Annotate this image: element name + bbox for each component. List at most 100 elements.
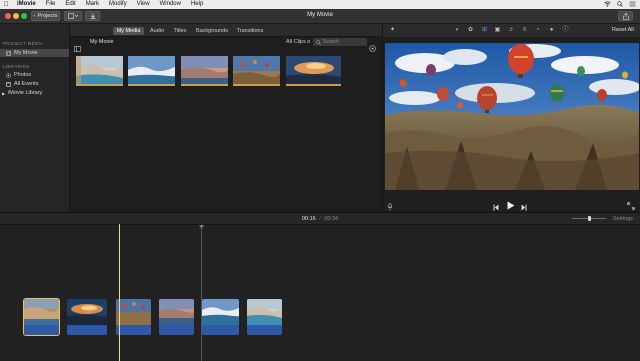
share-button[interactable] xyxy=(618,11,633,21)
sidebar-item-label: Photos xyxy=(14,72,32,78)
tab-transitions[interactable]: Transitions xyxy=(234,27,266,35)
thumbnail-image xyxy=(181,56,228,84)
speed-icon[interactable]: ◔ xyxy=(534,27,541,34)
stabilization-icon[interactable]: ▣ xyxy=(494,27,501,34)
tab-titles[interactable]: Titles xyxy=(170,27,190,35)
clip-thumbnail xyxy=(202,299,239,325)
media-browser: My Media Audio Titles Backgrounds Transi… xyxy=(70,24,382,212)
noise-reduction-icon[interactable]: ≡ xyxy=(521,27,528,34)
sidebar-item-all-events[interactable]: All Events xyxy=(0,80,69,88)
timeline-panel: 00:16 / 00:34 Settings xyxy=(0,212,640,361)
clip-audio-track xyxy=(247,325,282,335)
video-preview xyxy=(385,43,639,213)
media-thumbnail[interactable] xyxy=(128,56,175,86)
tab-backgrounds[interactable]: Backgrounds xyxy=(194,27,230,35)
color-balance-icon[interactable]: ◐ xyxy=(454,27,461,34)
clip-thumbnail xyxy=(116,299,151,325)
volume-icon[interactable]: ♬ xyxy=(508,27,515,34)
media-tabs: My Media Audio Titles Backgrounds Transi… xyxy=(70,24,382,37)
magic-wand-icon[interactable]: ✦ xyxy=(389,27,396,34)
thumbnail-image xyxy=(286,56,341,84)
timeline-clip[interactable] xyxy=(202,299,239,335)
menu-imovie[interactable]: iMovie xyxy=(12,0,41,9)
search-icon xyxy=(316,39,321,45)
timeline-clip[interactable] xyxy=(159,299,194,335)
browser-title: My Movie xyxy=(90,39,114,45)
menu-mark[interactable]: Mark xyxy=(81,0,104,9)
media-thumbnail[interactable] xyxy=(181,56,228,86)
libraries-sidebar: PROJECT MEDIA My Movie LIBRARIES Photos … xyxy=(0,24,70,212)
libraries-header: LIBRARIES xyxy=(3,64,30,69)
clip-audio-track xyxy=(116,325,151,335)
preview-image xyxy=(385,43,639,190)
add-media-icon[interactable] xyxy=(369,39,376,57)
timeline-clip[interactable] xyxy=(247,299,282,335)
thumbnail-image xyxy=(76,56,123,84)
menu-file[interactable]: File xyxy=(41,0,61,9)
clip-thumbnail xyxy=(67,299,107,325)
tab-audio[interactable]: Audio xyxy=(147,27,167,35)
media-thumbnail[interactable] xyxy=(233,56,280,86)
info-icon[interactable]: ⓘ xyxy=(562,27,569,34)
browser-header: My Movie All Clips ⇵ Search xyxy=(70,37,382,52)
timeline-clip[interactable] xyxy=(23,298,60,336)
clip-audio-track xyxy=(24,325,59,335)
photos-icon xyxy=(6,72,11,78)
color-correction-icon[interactable]: ✿ xyxy=(467,27,474,34)
events-icon xyxy=(6,81,11,87)
film-icon xyxy=(6,50,11,56)
sidebar-item-my-movie[interactable]: My Movie xyxy=(0,49,69,57)
menu-view[interactable]: View xyxy=(132,0,155,9)
project-media-header: PROJECT MEDIA xyxy=(3,41,44,46)
reset-all-button[interactable]: Reset All xyxy=(612,27,634,33)
sidebar-item-label: iMovie Library xyxy=(8,90,43,96)
window-toolbar: ‹ Projects My Movie xyxy=(0,9,640,24)
clip-filter-value: All Clips xyxy=(286,39,306,45)
disclosure-triangle-icon[interactable]: ▶ xyxy=(2,91,5,96)
current-time: 00:16 xyxy=(301,216,316,222)
clip-filter-select[interactable]: All Clips ⇵ xyxy=(286,39,310,45)
thumbnail-image xyxy=(233,56,280,84)
sidebar-item-label: All Events xyxy=(14,81,39,87)
tab-my-media[interactable]: My Media xyxy=(113,27,144,35)
sidebar-toggle-icon[interactable] xyxy=(74,39,81,57)
share-icon xyxy=(622,12,629,20)
menu-bar:  iMovie File Edit Mark Modify View Wind… xyxy=(0,0,640,9)
chevron-updown-icon: ⇵ xyxy=(306,39,311,44)
crop-icon[interactable]: ⊞ xyxy=(481,27,488,34)
zoom-slider-knob[interactable] xyxy=(588,216,591,221)
playback-controls xyxy=(383,194,640,212)
time-separator: / xyxy=(319,216,321,222)
timeline-clip[interactable] xyxy=(116,299,151,335)
clip-filter-icon[interactable]: ● xyxy=(548,27,555,34)
timecode: 00:16 / 00:34 xyxy=(0,216,640,222)
skimmer-line xyxy=(201,225,202,361)
apple-icon[interactable]:  xyxy=(0,1,12,8)
search-field[interactable]: Search xyxy=(313,38,367,46)
window-title: My Movie xyxy=(307,12,333,18)
menu-window[interactable]: Window xyxy=(155,0,186,9)
control-center-icon[interactable] xyxy=(629,1,636,9)
sidebar-item-imovie-library[interactable]: ▶ iMovie Library xyxy=(0,89,69,97)
timeline-header: 00:16 / 00:34 Settings xyxy=(0,213,640,225)
settings-button[interactable]: Settings xyxy=(613,216,633,222)
wifi-icon[interactable] xyxy=(604,0,611,9)
clip-thumbnail xyxy=(247,299,282,325)
clip-audio-track xyxy=(67,325,107,335)
clip-thumbnail xyxy=(24,299,59,325)
clip-thumbnail xyxy=(159,299,194,325)
menu-help[interactable]: Help xyxy=(186,0,208,9)
menu-modify[interactable]: Modify xyxy=(104,0,132,9)
sidebar-item-photos[interactable]: Photos xyxy=(0,71,69,79)
media-thumbnail[interactable] xyxy=(76,56,123,86)
search-spotlight-icon[interactable] xyxy=(617,0,623,9)
clip-audio-track xyxy=(202,325,239,335)
playhead[interactable] xyxy=(119,224,120,361)
viewer-panel: ✦ ◐ ✿ ⊞ ▣ ♬ ≡ ◔ ● ⓘ Reset All xyxy=(382,24,640,212)
menu-edit[interactable]: Edit xyxy=(60,0,80,9)
clip-audio-track xyxy=(159,325,194,335)
adjustment-toolbar: ✦ ◐ ✿ ⊞ ▣ ♬ ≡ ◔ ● ⓘ Reset All xyxy=(383,24,640,37)
thumbnail-image xyxy=(128,56,175,84)
media-thumbnail[interactable] xyxy=(286,56,341,86)
timeline-clip[interactable] xyxy=(67,299,107,335)
